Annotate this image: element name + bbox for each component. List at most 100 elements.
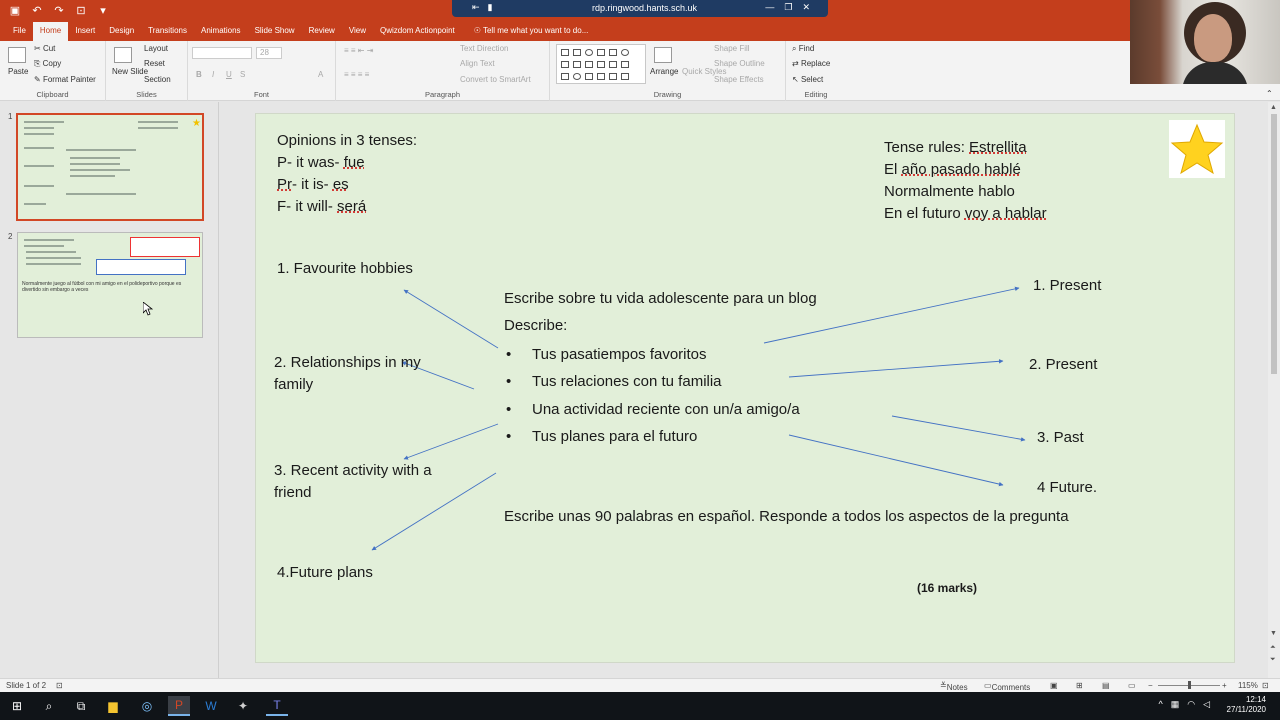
tab-insert[interactable]: Insert <box>68 22 102 41</box>
slide-thumbnail-2[interactable]: Normalmente juego al fútbol con mi amigo… <box>17 232 203 338</box>
tell-me-search[interactable]: ☉ Tell me what you want to do... <box>462 22 595 41</box>
replace-button[interactable]: ⇄ Replace <box>792 59 830 68</box>
present-icon[interactable]: ⊡ <box>74 3 88 17</box>
file-explorer-icon[interactable]: ▆ <box>102 696 124 716</box>
scroll-thumb[interactable] <box>1271 114 1277 374</box>
app-taskbar-icon[interactable]: ✦ <box>232 696 254 716</box>
slideshow-view-icon[interactable]: ▭ <box>1128 681 1136 690</box>
align-text-button[interactable]: Align Text <box>460 59 495 68</box>
close-icon[interactable]: ✕ <box>802 2 810 13</box>
left-label-future: 4.Future plans <box>277 564 373 581</box>
task-view-icon[interactable]: ⧉ <box>70 696 92 716</box>
prev-slide-icon[interactable]: ⏶ <box>1270 644 1276 652</box>
clipboard-group: Paste ✂ Cut ⎘ Copy ✎ Format Painter Clip… <box>0 41 106 101</box>
tab-transitions[interactable]: Transitions <box>141 22 194 41</box>
find-label: Find <box>798 44 815 53</box>
cut-button[interactable]: ✂ Cut <box>34 44 55 53</box>
new-slide-button[interactable]: New Slide <box>112 67 148 76</box>
powerpoint-taskbar-icon[interactable]: P <box>168 696 190 716</box>
zoom-level[interactable]: 115% <box>1238 681 1258 690</box>
strikethrough-button[interactable]: S <box>240 70 245 79</box>
paste-icon[interactable] <box>8 47 26 63</box>
arrange-button[interactable]: Arrange <box>650 67 678 76</box>
select-button[interactable]: ↖ Select <box>792 75 823 84</box>
tab-animations[interactable]: Animations <box>194 22 248 41</box>
zoom-in-icon[interactable]: + <box>1222 681 1227 690</box>
editing-label: Editing <box>804 90 828 99</box>
wifi-icon[interactable]: ◠ <box>1187 699 1195 710</box>
zoom-slider-thumb[interactable] <box>1188 681 1191 689</box>
smartart-button[interactable]: Convert to SmartArt <box>460 75 531 84</box>
collapse-ribbon-icon[interactable]: ⌃ <box>1266 89 1273 98</box>
save-icon[interactable]: ▣ <box>8 3 22 17</box>
copy-button[interactable]: ⎘ Copy <box>34 59 61 69</box>
word-taskbar-icon[interactable]: W <box>200 696 222 716</box>
search-icon[interactable]: ⌕ <box>38 696 60 716</box>
arrange-icon[interactable] <box>654 47 672 63</box>
tense-past-b: año pasado hablé <box>901 161 1021 178</box>
slide-thumbnail-1[interactable]: ★ <box>16 113 204 221</box>
reset-button[interactable]: Reset <box>144 59 165 68</box>
tab-home[interactable]: Home <box>32 22 69 41</box>
redo-icon[interactable]: ↷ <box>52 3 66 17</box>
teams-taskbar-icon[interactable]: T <box>266 696 288 716</box>
browser-icon[interactable]: ◎ <box>136 696 158 716</box>
star-image[interactable] <box>1169 120 1225 178</box>
minimize-icon[interactable]: — <box>765 2 774 13</box>
bullets-icon[interactable]: ≡ ≡ ⇤ ⇥ <box>344 46 373 55</box>
tab-view[interactable]: View <box>342 22 373 41</box>
shape-fill-button[interactable]: Shape Fill <box>714 44 750 53</box>
format-painter-button[interactable]: ✎ Format Painter <box>34 75 96 84</box>
status-bar: Slide 1 of 2 ⊡ ≚ Notes ▭ Comments ▣ ⊞ ▤ … <box>0 678 1280 692</box>
network-icon[interactable]: ▦ <box>1171 699 1180 710</box>
layout-button[interactable]: Layout <box>144 44 168 53</box>
tab-qwizdom-actionpoint[interactable]: Qwizdom Actionpoint <box>373 22 462 41</box>
start-windows-icon[interactable]: ⊞ <box>6 696 28 716</box>
shape-outline-button[interactable]: Shape Outline <box>714 59 765 68</box>
volume-icon[interactable]: ◁ <box>1203 699 1210 710</box>
spellcheck-icon[interactable]: ⊡ <box>56 681 63 690</box>
format-painter-label: Format Painter <box>42 75 96 84</box>
scroll-up-icon[interactable]: ▲ <box>1270 104 1277 111</box>
text-direction-button[interactable]: Text Direction <box>460 44 508 53</box>
tab-slide-show[interactable]: Slide Show <box>248 22 302 41</box>
shape-effects-button[interactable]: Shape Effects <box>714 75 764 84</box>
italic-button[interactable]: I <box>212 70 214 79</box>
customize-qat-icon[interactable]: ▾ <box>96 3 110 17</box>
normal-view-icon[interactable]: ▣ <box>1050 681 1058 690</box>
current-slide[interactable]: Opinions in 3 tenses: P- it was- fue Pr-… <box>255 113 1235 663</box>
undo-icon[interactable]: ↶ <box>30 3 44 17</box>
tab-review[interactable]: Review <box>302 22 342 41</box>
font-size-box[interactable]: 28 <box>256 47 282 59</box>
slide-scrollbar[interactable]: ▲ ▼ ⏶ ⏷ <box>1268 102 1280 678</box>
tray-chevron-icon[interactable]: ^ <box>1158 699 1162 710</box>
zoom-out-icon[interactable]: − <box>1148 681 1153 690</box>
scroll-down-icon[interactable]: ▼ <box>1270 630 1277 637</box>
restore-icon[interactable]: ❐ <box>784 2 792 13</box>
tab-design[interactable]: Design <box>102 22 141 41</box>
next-slide-icon[interactable]: ⏷ <box>1270 656 1276 664</box>
notes-button[interactable]: ≚ Notes <box>940 681 968 692</box>
paste-button[interactable]: Paste <box>8 67 28 76</box>
section-button[interactable]: Section <box>144 75 171 84</box>
align-icons[interactable]: ≡ ≡ ≡ ≡ <box>344 70 369 79</box>
task-instruction: Escribe unas 90 palabras en español. Res… <box>504 508 1069 525</box>
right-label-present-1: 1. Present <box>1033 277 1102 294</box>
comments-button[interactable]: ▭ Comments <box>984 681 1030 692</box>
tab-file[interactable]: File <box>6 22 33 41</box>
new-slide-icon[interactable] <box>114 47 132 63</box>
reading-view-icon[interactable]: ▤ <box>1102 681 1110 690</box>
find-button[interactable]: ⌕ Find <box>792 44 814 54</box>
fit-slide-icon[interactable]: ⊡ <box>1262 681 1269 690</box>
font-color-button[interactable]: A <box>318 70 323 79</box>
taskbar-clock[interactable]: 12:14 27/11/2020 <box>1227 695 1266 715</box>
pin-icon[interactable]: ⇤ <box>472 2 480 13</box>
task-describe: Describe: <box>504 317 568 334</box>
shapes-gallery[interactable] <box>556 44 646 84</box>
bold-button[interactable]: B <box>196 70 202 79</box>
slides-label: Slides <box>136 90 157 99</box>
slide-sorter-icon[interactable]: ⊞ <box>1076 681 1083 690</box>
marks-label: (16 marks) <box>917 581 978 595</box>
underline-button[interactable]: U <box>226 70 232 79</box>
font-name-box[interactable] <box>192 47 252 59</box>
